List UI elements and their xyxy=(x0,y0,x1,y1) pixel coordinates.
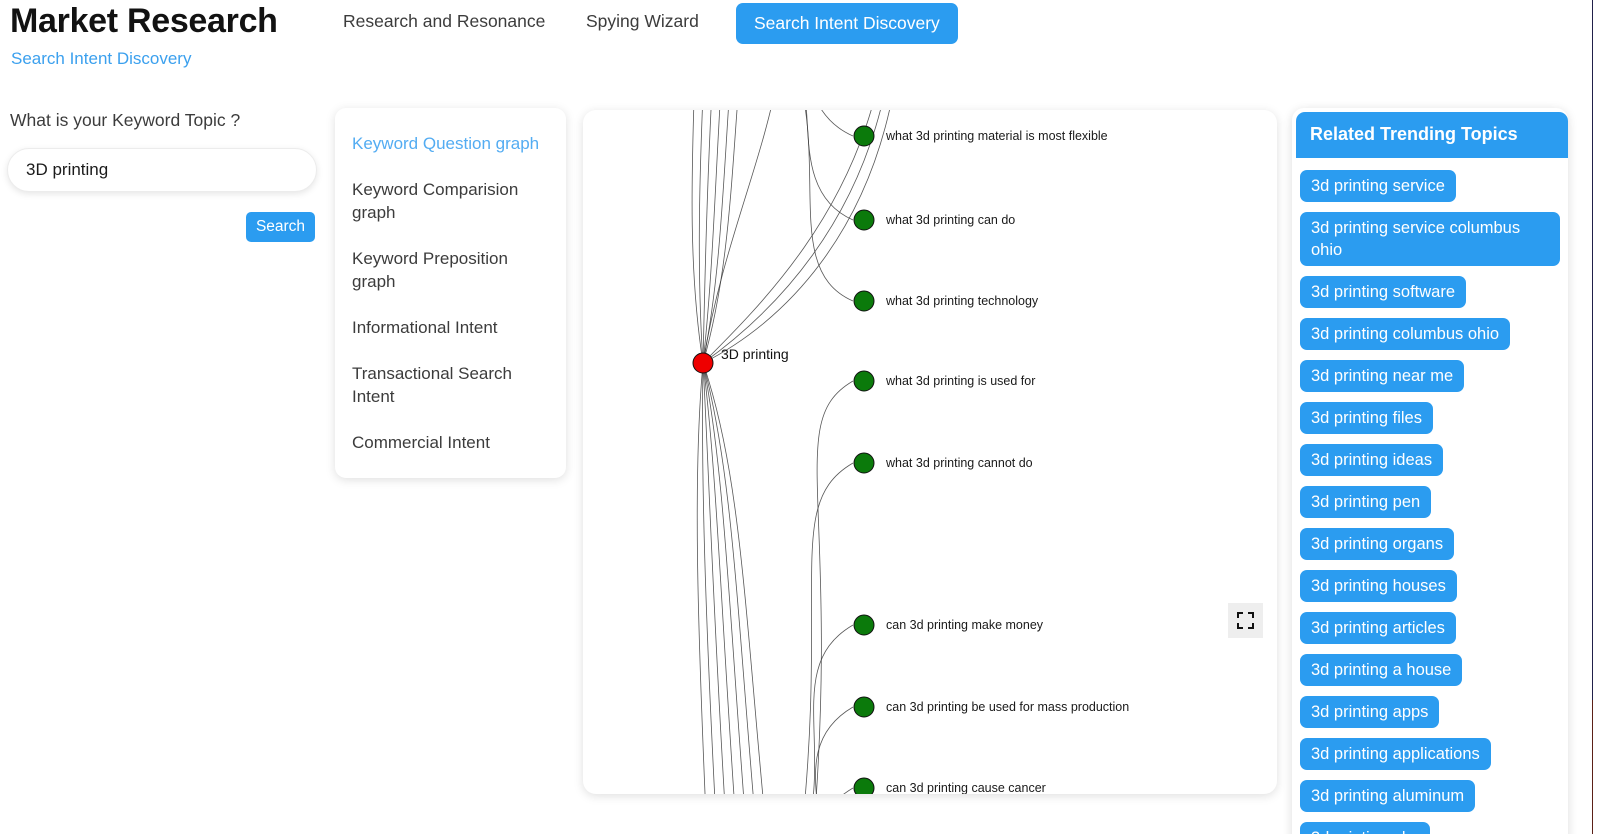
graph-type-menu: Keyword Question graph Keyword Comparisio… xyxy=(335,108,566,478)
app-root: Market Research Search Intent Discovery … xyxy=(0,0,1600,834)
graph-node-root-label: 3D printing xyxy=(721,346,789,362)
graph-edge-to-node-4 xyxy=(804,462,854,794)
keyword-topic-label: What is your Keyword Topic ? xyxy=(10,110,241,130)
graph-menu-item-2[interactable]: Keyword Preposition graph xyxy=(335,247,566,293)
trending-topic-chip[interactable]: 3d printing pen xyxy=(1300,486,1432,518)
nav-link-spying-wizard[interactable]: Spying Wizard xyxy=(586,11,699,32)
graph-node-question[interactable] xyxy=(853,452,875,474)
graph-menu-item-0[interactable]: Keyword Question graph xyxy=(335,132,566,155)
graph-node-question[interactable] xyxy=(853,125,875,147)
graph-menu-item-1[interactable]: Keyword Comparision graph xyxy=(335,178,566,224)
graph-node-label: what 3d printing technology xyxy=(885,294,1039,308)
graph-node-question[interactable] xyxy=(853,209,875,231)
trending-topic-chip[interactable]: 3d printing organs xyxy=(1300,528,1455,560)
trending-topic-chip[interactable]: 3d printing columbus ohio xyxy=(1300,318,1511,350)
trending-topic-chip[interactable]: 3d printing a house xyxy=(1300,654,1463,686)
keyword-search-input[interactable] xyxy=(7,148,317,192)
graph-node-question[interactable] xyxy=(853,614,875,636)
trending-panel-title: Related Trending Topics xyxy=(1296,112,1568,158)
trending-topic-chip[interactable]: 3d printing software xyxy=(1300,276,1466,308)
trending-topic-chip[interactable]: 3d printing ideas xyxy=(1300,444,1444,476)
graph-edge-to-node-0 xyxy=(821,110,854,137)
trending-topic-chip[interactable]: 3d printing service xyxy=(1300,170,1456,202)
trending-topic-chip[interactable]: 3d printing applications xyxy=(1300,738,1491,770)
graph-edge-lower-2 xyxy=(702,362,725,794)
trending-topic-chip[interactable]: 3d printing abs xyxy=(1300,822,1431,834)
related-trending-topics-panel: Related Trending Topics 3d printing serv… xyxy=(1292,108,1568,834)
search-button[interactable]: Search xyxy=(246,212,315,242)
breadcrumb[interactable]: Search Intent Discovery xyxy=(11,49,191,69)
graph-node-root[interactable] xyxy=(692,352,714,374)
page-right-edge xyxy=(1592,0,1600,834)
page-right-edge-lower xyxy=(1592,700,1593,834)
graph-node-question[interactable] xyxy=(853,696,875,718)
trending-topic-chip[interactable]: 3d printing apps xyxy=(1300,696,1440,728)
trending-topic-chip[interactable]: 3d printing near me xyxy=(1300,360,1465,392)
graph-node-question[interactable] xyxy=(853,777,875,794)
graph-nodes-layer: what 3d printing material is most flexib… xyxy=(692,125,1129,794)
graph-edge-to-node-7 xyxy=(843,787,854,794)
trending-topic-chip[interactable]: 3d printing houses xyxy=(1300,570,1457,602)
graph-node-label: what 3d printing material is most flexib… xyxy=(885,129,1108,143)
graph-edge-to-node-1 xyxy=(806,110,854,221)
graph-menu-item-4[interactable]: Transactional Search Intent xyxy=(335,362,566,408)
fullscreen-expand-icon-button[interactable] xyxy=(1228,603,1263,638)
graph-node-label: can 3d printing make money xyxy=(886,618,1044,632)
graph-node-label: what 3d printing is used for xyxy=(885,374,1035,388)
graph-node-question[interactable] xyxy=(853,370,875,392)
graph-menu-item-5[interactable]: Commercial Intent xyxy=(335,431,566,454)
keyword-question-graph-panel: what 3d printing material is most flexib… xyxy=(583,110,1277,794)
app-header: Market Research Search Intent Discovery … xyxy=(0,0,1600,86)
trending-topic-chip[interactable]: 3d printing files xyxy=(1300,402,1433,434)
graph-edge-upper-1 xyxy=(698,110,704,364)
graph-node-label: can 3d printing cause cancer xyxy=(886,781,1046,794)
graph-edge-lower-6 xyxy=(702,362,764,794)
graph-node-label: what 3d printing can do xyxy=(885,213,1015,227)
graph-edge-to-node-2 xyxy=(805,110,854,302)
page-title: Market Research xyxy=(10,2,278,40)
graph-node-question[interactable] xyxy=(853,290,875,312)
graph-edge-arc-1 xyxy=(702,110,872,364)
graph-edge-arc-0 xyxy=(702,110,771,364)
graph-edge-to-node-3 xyxy=(815,380,854,794)
graph-edge-upper-5 xyxy=(702,110,738,364)
graph-edge-to-node-6 xyxy=(815,706,854,794)
trending-topics-list: 3d printing service 3d printing service c… xyxy=(1292,158,1568,834)
trending-topic-chip[interactable]: 3d printing service columbus ohio xyxy=(1300,212,1560,266)
graph-menu-item-3[interactable]: Informational Intent xyxy=(335,316,566,339)
nav-link-research-and-resonance[interactable]: Research and Resonance xyxy=(343,11,545,32)
graph-node-label: what 3d printing cannot do xyxy=(885,456,1033,470)
graph-node-label: can 3d printing be used for mass product… xyxy=(886,700,1129,714)
graph-edge-arc-2 xyxy=(702,110,881,364)
keyword-question-graph[interactable]: what 3d printing material is most flexib… xyxy=(583,110,1277,794)
trending-topic-chip[interactable]: 3d printing articles xyxy=(1300,612,1456,644)
fullscreen-expand-icon xyxy=(1237,612,1254,629)
graph-edge-arc-3 xyxy=(702,110,890,364)
graph-edge-to-node-5 xyxy=(813,624,854,794)
trending-topic-chip[interactable]: 3d printing aluminum xyxy=(1300,780,1476,812)
graph-edge-upper-2 xyxy=(702,110,712,364)
graph-edge-lower-3 xyxy=(702,362,735,794)
nav-tab-search-intent-discovery[interactable]: Search Intent Discovery xyxy=(736,3,958,44)
